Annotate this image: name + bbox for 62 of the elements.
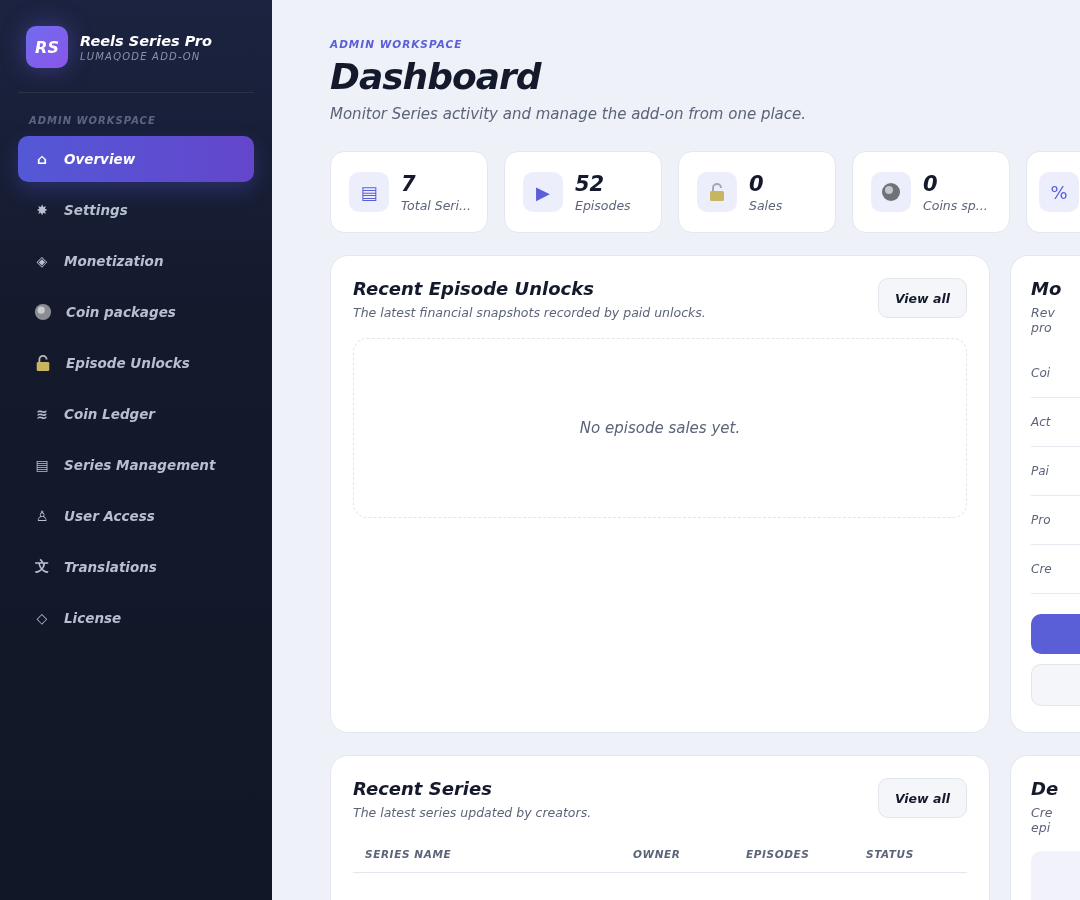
card-subtitle: Cre [1031, 805, 1054, 820]
page-title: Dashboard [330, 56, 543, 97]
stat-value: 52 [575, 171, 606, 196]
card-title: De [1031, 778, 1060, 799]
stat-icon [871, 172, 911, 212]
card-subtitle: pro [1031, 320, 1053, 335]
nav-icon: ◈ [34, 253, 50, 269]
sidebar-item[interactable]: Coin packages [18, 289, 254, 335]
view-all-button[interactable]: View all [877, 278, 967, 318]
page-subtitle: Monitor Series activity and manage the add-on from one place. [330, 105, 808, 123]
stat-icon [697, 172, 737, 212]
row-label: Cre [1031, 562, 1052, 576]
stat-icon: % [1039, 172, 1079, 212]
row-label: Act [1031, 415, 1051, 429]
nav-icon: ▤ [34, 457, 50, 473]
sidebar-item[interactable]: ▤ Series Management [18, 442, 254, 488]
page-eyebrow: ADMIN WORKSPACE [330, 38, 464, 50]
sidebar-item[interactable]: ⌂ Overview [18, 136, 254, 182]
nav-icon: 文 [34, 558, 50, 576]
view-all-button[interactable]: View all [877, 778, 967, 818]
sidebar-item[interactable]: ◇ License [18, 595, 254, 641]
sidebar-item[interactable]: Episode Unlocks [18, 340, 254, 386]
app-subtitle: LUMAQODE ADD-ON [80, 50, 202, 62]
sidebar-item[interactable]: ≋ Coin Ledger [18, 391, 254, 437]
column-header: STATUS [866, 848, 915, 860]
card-title: Recent Episode Unlocks [353, 278, 595, 299]
nav-icon: ≋ [34, 406, 50, 422]
stat-icon: ▶ [523, 172, 563, 212]
stat-label: Total Seri... [401, 197, 471, 213]
card-subtitle: Rev [1031, 305, 1056, 320]
sidebar-item[interactable]: 文 Translations [18, 544, 254, 590]
logo-badge: RS [26, 26, 68, 68]
stat-value: 7 [401, 171, 417, 196]
coin-icon [34, 303, 52, 321]
stat-label: Sales [749, 197, 783, 213]
empty-state-text: No episode sales yet. [579, 419, 741, 437]
card-subtitle: The latest series updated by creators. [353, 805, 592, 820]
nav-icon: ♙ [34, 508, 50, 524]
row-label: Pro [1031, 513, 1051, 527]
app-name: Reels Series Pro [80, 32, 212, 49]
sidebar-item[interactable]: ◈ Monetization [18, 238, 254, 284]
column-header: OWNER [633, 848, 682, 860]
stat-icon: ▤ [349, 172, 389, 212]
stat-value: 0 [923, 171, 939, 196]
nav-icon: ⌂ [34, 151, 50, 167]
nav-icon: ◇ [34, 610, 50, 626]
sidebar-section-label: ADMIN WORKSPACE [27, 115, 157, 126]
nav-icon: ✸ [34, 202, 50, 218]
column-header: SERIES NAME [365, 848, 453, 860]
row-label: Pai [1031, 464, 1049, 478]
card-title: Mo [1031, 278, 1063, 299]
sidebar-item[interactable]: ✸ Settings [18, 187, 254, 233]
stat-label: Episodes [575, 197, 631, 213]
stat-value: 0 [749, 171, 765, 196]
card-subtitle: epi [1031, 820, 1052, 835]
card-title: Recent Series [353, 778, 493, 799]
card-subtitle: The latest financial snapshots recorded by paid unlocks. [353, 305, 706, 320]
column-header: EPISODES [746, 848, 811, 860]
stat-label: Coins sp... [923, 197, 988, 213]
row-label: Coi [1031, 366, 1051, 380]
sidebar-item[interactable]: ♙ User Access [18, 493, 254, 539]
padlock-icon [34, 354, 52, 372]
